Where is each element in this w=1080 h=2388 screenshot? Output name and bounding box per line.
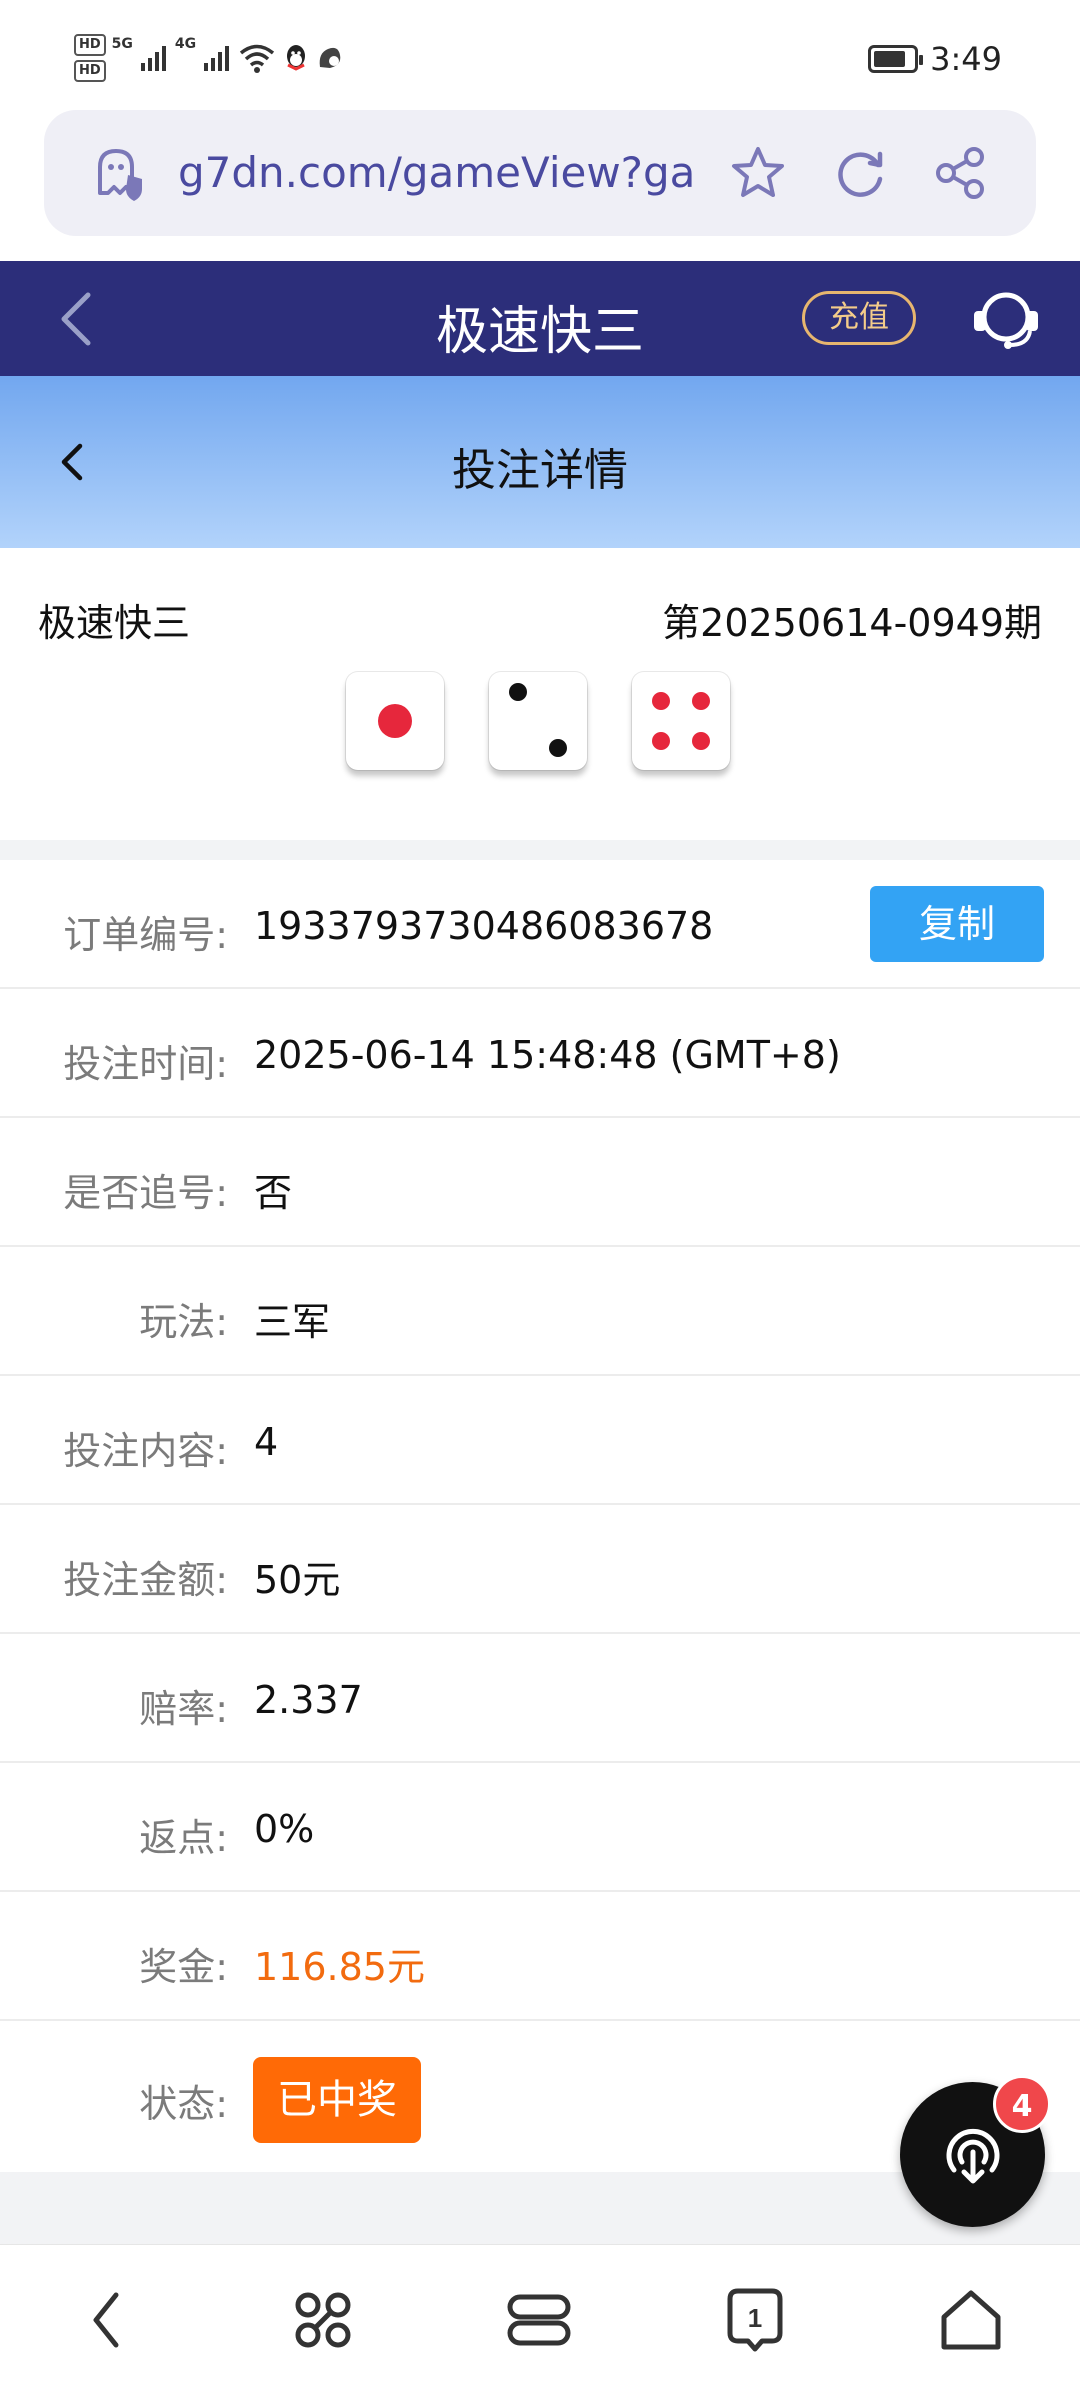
chase-value: 否 xyxy=(254,1171,293,1215)
prize-label: 奖金: xyxy=(139,1945,228,1989)
game-info: 极速快三 第20250614-0949期 xyxy=(0,548,1080,840)
svg-text:1: 1 xyxy=(748,2303,762,2333)
page-title: 极速快三 xyxy=(435,302,644,362)
die-pip xyxy=(691,731,710,750)
state-label: 状态: xyxy=(139,2082,228,2126)
net2-label: 4G xyxy=(174,36,197,52)
play-row: 玩法: 三军 xyxy=(0,1247,1080,1376)
bet-time-value: 2025-06-14 15:48:48 (GMT+8) xyxy=(254,1033,841,1077)
wifi-icon xyxy=(240,44,275,73)
address-url[interactable]: g7dn.com/gameView?ga xyxy=(178,148,738,197)
status-badge: 已中奖 xyxy=(253,2057,421,2143)
play-value: 三军 xyxy=(254,1300,331,1344)
recharge-button[interactable]: 充值 xyxy=(802,291,916,345)
odds-label: 赔率: xyxy=(139,1687,228,1731)
refresh-icon[interactable] xyxy=(830,143,890,203)
hd1-indicator: HD xyxy=(74,34,106,56)
battery-icon xyxy=(868,45,924,73)
die-pip xyxy=(652,731,671,750)
content-label: 投注内容: xyxy=(63,1429,228,1473)
hd2-indicator: HD xyxy=(74,60,106,82)
copy-button[interactable]: 复制 xyxy=(870,886,1044,962)
odds-row: 赔率: 2.337 xyxy=(0,1634,1080,1763)
prize-row: 奖金: 116.85元 xyxy=(0,1892,1080,2021)
die-pip xyxy=(691,692,710,711)
ghost-shield-icon[interactable] xyxy=(88,143,148,203)
order-number-label: 订单编号: xyxy=(63,913,228,957)
sub-page-title: 投注详情 xyxy=(452,445,628,496)
rebate-value: 0% xyxy=(254,1807,315,1851)
order-number-value: 1933793730486083678 xyxy=(254,904,714,948)
order-number-row: 订单编号: 1933793730486083678 复制 xyxy=(0,860,1080,989)
signal1-icon xyxy=(140,46,166,71)
content-value: 4 xyxy=(254,1420,279,1464)
die-pip xyxy=(652,692,671,711)
section-divider xyxy=(0,840,1080,860)
bet-time-label: 投注时间: xyxy=(63,1042,228,1086)
chase-label: 是否追号: xyxy=(63,1171,228,1215)
star-icon[interactable] xyxy=(728,143,788,203)
amount-label: 投注金额: xyxy=(63,1558,228,1602)
app-notification-icon xyxy=(319,47,341,68)
command-icon[interactable] xyxy=(288,2285,358,2355)
net1-label: 5G xyxy=(111,36,133,52)
back-icon[interactable] xyxy=(72,2285,142,2355)
share-icon[interactable] xyxy=(930,143,990,203)
headset-icon[interactable] xyxy=(970,283,1042,355)
game-name: 极速快三 xyxy=(38,601,191,645)
prize-value: 116.85元 xyxy=(254,1945,425,1989)
amount-row: 投注金额: 50元 xyxy=(0,1505,1080,1634)
die-3 xyxy=(632,672,730,770)
battery-level xyxy=(874,51,905,67)
dice-result xyxy=(346,672,730,770)
qq-icon xyxy=(287,45,306,71)
home-icon[interactable] xyxy=(936,2285,1006,2355)
odds-value: 2.337 xyxy=(254,1678,363,1722)
status-bar: HD HD 5G 4G 3:49 xyxy=(0,0,1080,105)
die-1 xyxy=(346,672,444,770)
status-time: 3:49 xyxy=(930,40,1002,78)
download-icon xyxy=(946,2128,1000,2184)
tabs-icon[interactable] xyxy=(504,2285,574,2355)
tab-count-icon[interactable]: 1 xyxy=(720,2285,790,2355)
die-2 xyxy=(489,672,587,770)
period-number: 第20250614-0949期 xyxy=(662,601,1042,645)
sub-header: 投注详情 xyxy=(0,376,1080,548)
bet-details: 订单编号: 1933793730486083678 复制 投注时间: 2025-… xyxy=(0,860,1080,2176)
rebate-label: 返点: xyxy=(139,1816,228,1860)
notification-count-badge: 4 xyxy=(993,2075,1051,2133)
hd-indicators: HD HD xyxy=(74,34,106,82)
bet-time-row: 投注时间: 2025-06-14 15:48:48 (GMT+8) xyxy=(0,989,1080,1118)
content-row: 投注内容: 4 xyxy=(0,1376,1080,1505)
die-pip xyxy=(548,739,567,758)
amount-value: 50元 xyxy=(254,1558,341,1602)
play-label: 玩法: xyxy=(139,1300,228,1344)
die-pip xyxy=(509,682,528,701)
die-pip xyxy=(378,704,412,738)
status-icons-left: HD HD 5G 4G xyxy=(74,34,344,82)
app-header: 极速快三 充值 xyxy=(0,261,1080,376)
status-icons-right: 3:49 xyxy=(868,40,1002,78)
signal2-icon xyxy=(204,46,230,71)
rebate-row: 返点: 0% xyxy=(0,1763,1080,1892)
browser-bottom-nav: 1 xyxy=(0,2244,1080,2388)
browser-address-bar[interactable]: g7dn.com/gameView?ga xyxy=(44,110,1036,236)
chase-row: 是否追号: 否 xyxy=(0,1118,1080,1247)
